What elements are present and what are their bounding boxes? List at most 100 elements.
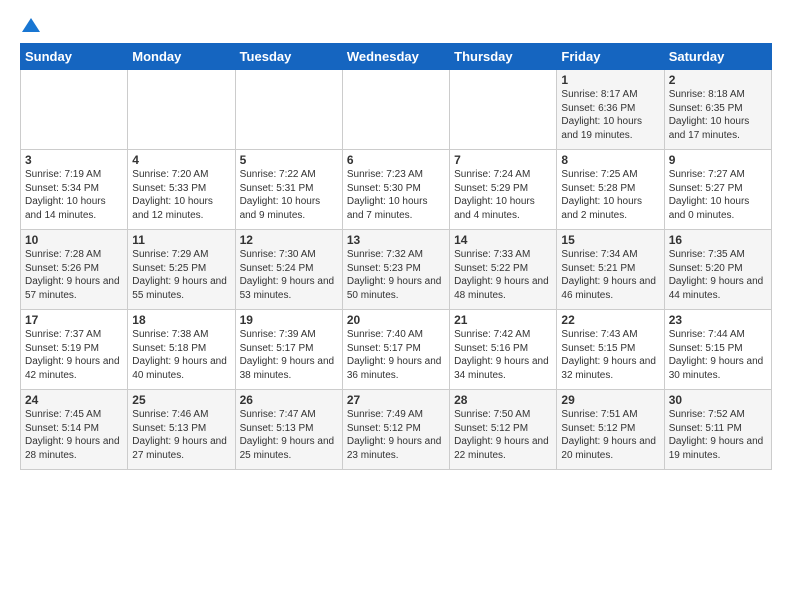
header-row: SundayMondayTuesdayWednesdayThursdayFrid…: [21, 44, 772, 70]
day-number: 5: [240, 153, 338, 167]
day-number: 19: [240, 313, 338, 327]
calendar-cell: 6Sunrise: 7:23 AM Sunset: 5:30 PM Daylig…: [342, 150, 449, 230]
day-info: Sunrise: 8:17 AM Sunset: 6:36 PM Dayligh…: [561, 88, 659, 142]
calendar-cell: 13Sunrise: 7:32 AM Sunset: 5:23 PM Dayli…: [342, 230, 449, 310]
calendar-cell: 8Sunrise: 7:25 AM Sunset: 5:28 PM Daylig…: [557, 150, 664, 230]
calendar-cell: 2Sunrise: 8:18 AM Sunset: 6:35 PM Daylig…: [664, 70, 771, 150]
calendar-table: SundayMondayTuesdayWednesdayThursdayFrid…: [20, 43, 772, 470]
calendar-cell: 9Sunrise: 7:27 AM Sunset: 5:27 PM Daylig…: [664, 150, 771, 230]
calendar-cell: 4Sunrise: 7:20 AM Sunset: 5:33 PM Daylig…: [128, 150, 235, 230]
day-info: Sunrise: 7:47 AM Sunset: 5:13 PM Dayligh…: [240, 408, 338, 462]
day-info: Sunrise: 7:23 AM Sunset: 5:30 PM Dayligh…: [347, 168, 445, 222]
weekday-header-monday: Monday: [128, 44, 235, 70]
day-info: Sunrise: 7:35 AM Sunset: 5:20 PM Dayligh…: [669, 248, 767, 302]
calendar-cell: 18Sunrise: 7:38 AM Sunset: 5:18 PM Dayli…: [128, 310, 235, 390]
weekday-header-wednesday: Wednesday: [342, 44, 449, 70]
calendar-cell: 22Sunrise: 7:43 AM Sunset: 5:15 PM Dayli…: [557, 310, 664, 390]
calendar-cell: 28Sunrise: 7:50 AM Sunset: 5:12 PM Dayli…: [450, 390, 557, 470]
day-info: Sunrise: 7:38 AM Sunset: 5:18 PM Dayligh…: [132, 328, 230, 382]
day-info: Sunrise: 7:44 AM Sunset: 5:15 PM Dayligh…: [669, 328, 767, 382]
day-number: 25: [132, 393, 230, 407]
day-number: 17: [25, 313, 123, 327]
day-number: 18: [132, 313, 230, 327]
page: SundayMondayTuesdayWednesdayThursdayFrid…: [0, 0, 792, 480]
day-info: Sunrise: 7:45 AM Sunset: 5:14 PM Dayligh…: [25, 408, 123, 462]
day-info: Sunrise: 7:51 AM Sunset: 5:12 PM Dayligh…: [561, 408, 659, 462]
day-number: 30: [669, 393, 767, 407]
calendar-cell: 16Sunrise: 7:35 AM Sunset: 5:20 PM Dayli…: [664, 230, 771, 310]
weekday-header-saturday: Saturday: [664, 44, 771, 70]
calendar-cell: [21, 70, 128, 150]
day-number: 12: [240, 233, 338, 247]
day-info: Sunrise: 7:20 AM Sunset: 5:33 PM Dayligh…: [132, 168, 230, 222]
calendar-cell: 11Sunrise: 7:29 AM Sunset: 5:25 PM Dayli…: [128, 230, 235, 310]
calendar-cell: 25Sunrise: 7:46 AM Sunset: 5:13 PM Dayli…: [128, 390, 235, 470]
calendar-cell: 3Sunrise: 7:19 AM Sunset: 5:34 PM Daylig…: [21, 150, 128, 230]
header: [20, 16, 772, 35]
day-number: 15: [561, 233, 659, 247]
day-info: Sunrise: 7:34 AM Sunset: 5:21 PM Dayligh…: [561, 248, 659, 302]
day-number: 11: [132, 233, 230, 247]
day-number: 14: [454, 233, 552, 247]
day-info: Sunrise: 7:24 AM Sunset: 5:29 PM Dayligh…: [454, 168, 552, 222]
calendar-cell: 26Sunrise: 7:47 AM Sunset: 5:13 PM Dayli…: [235, 390, 342, 470]
day-info: Sunrise: 7:32 AM Sunset: 5:23 PM Dayligh…: [347, 248, 445, 302]
week-row-1: 1Sunrise: 8:17 AM Sunset: 6:36 PM Daylig…: [21, 70, 772, 150]
day-number: 21: [454, 313, 552, 327]
calendar-cell: 1Sunrise: 8:17 AM Sunset: 6:36 PM Daylig…: [557, 70, 664, 150]
calendar-cell: 10Sunrise: 7:28 AM Sunset: 5:26 PM Dayli…: [21, 230, 128, 310]
day-info: Sunrise: 7:33 AM Sunset: 5:22 PM Dayligh…: [454, 248, 552, 302]
day-info: Sunrise: 7:27 AM Sunset: 5:27 PM Dayligh…: [669, 168, 767, 222]
weekday-header-tuesday: Tuesday: [235, 44, 342, 70]
calendar-cell: 7Sunrise: 7:24 AM Sunset: 5:29 PM Daylig…: [450, 150, 557, 230]
day-info: Sunrise: 7:43 AM Sunset: 5:15 PM Dayligh…: [561, 328, 659, 382]
logo: [20, 16, 40, 35]
day-info: Sunrise: 8:18 AM Sunset: 6:35 PM Dayligh…: [669, 88, 767, 142]
day-info: Sunrise: 7:50 AM Sunset: 5:12 PM Dayligh…: [454, 408, 552, 462]
calendar-cell: [342, 70, 449, 150]
calendar-cell: [235, 70, 342, 150]
day-number: 1: [561, 73, 659, 87]
day-info: Sunrise: 7:42 AM Sunset: 5:16 PM Dayligh…: [454, 328, 552, 382]
day-number: 7: [454, 153, 552, 167]
day-number: 3: [25, 153, 123, 167]
day-info: Sunrise: 7:28 AM Sunset: 5:26 PM Dayligh…: [25, 248, 123, 302]
day-info: Sunrise: 7:29 AM Sunset: 5:25 PM Dayligh…: [132, 248, 230, 302]
day-number: 8: [561, 153, 659, 167]
day-number: 4: [132, 153, 230, 167]
calendar-cell: [128, 70, 235, 150]
day-number: 29: [561, 393, 659, 407]
weekday-header-thursday: Thursday: [450, 44, 557, 70]
day-number: 20: [347, 313, 445, 327]
day-number: 24: [25, 393, 123, 407]
week-row-3: 10Sunrise: 7:28 AM Sunset: 5:26 PM Dayli…: [21, 230, 772, 310]
calendar-cell: 17Sunrise: 7:37 AM Sunset: 5:19 PM Dayli…: [21, 310, 128, 390]
week-row-2: 3Sunrise: 7:19 AM Sunset: 5:34 PM Daylig…: [21, 150, 772, 230]
calendar-cell: 27Sunrise: 7:49 AM Sunset: 5:12 PM Dayli…: [342, 390, 449, 470]
week-row-4: 17Sunrise: 7:37 AM Sunset: 5:19 PM Dayli…: [21, 310, 772, 390]
day-info: Sunrise: 7:52 AM Sunset: 5:11 PM Dayligh…: [669, 408, 767, 462]
day-info: Sunrise: 7:30 AM Sunset: 5:24 PM Dayligh…: [240, 248, 338, 302]
day-number: 23: [669, 313, 767, 327]
calendar-cell: 12Sunrise: 7:30 AM Sunset: 5:24 PM Dayli…: [235, 230, 342, 310]
week-row-5: 24Sunrise: 7:45 AM Sunset: 5:14 PM Dayli…: [21, 390, 772, 470]
calendar-cell: 19Sunrise: 7:39 AM Sunset: 5:17 PM Dayli…: [235, 310, 342, 390]
day-info: Sunrise: 7:46 AM Sunset: 5:13 PM Dayligh…: [132, 408, 230, 462]
day-number: 28: [454, 393, 552, 407]
day-number: 10: [25, 233, 123, 247]
calendar-cell: 5Sunrise: 7:22 AM Sunset: 5:31 PM Daylig…: [235, 150, 342, 230]
logo-icon: [22, 16, 40, 34]
day-info: Sunrise: 7:22 AM Sunset: 5:31 PM Dayligh…: [240, 168, 338, 222]
calendar-cell: 20Sunrise: 7:40 AM Sunset: 5:17 PM Dayli…: [342, 310, 449, 390]
calendar-cell: 24Sunrise: 7:45 AM Sunset: 5:14 PM Dayli…: [21, 390, 128, 470]
day-info: Sunrise: 7:37 AM Sunset: 5:19 PM Dayligh…: [25, 328, 123, 382]
day-number: 16: [669, 233, 767, 247]
calendar-cell: 29Sunrise: 7:51 AM Sunset: 5:12 PM Dayli…: [557, 390, 664, 470]
weekday-header-friday: Friday: [557, 44, 664, 70]
day-number: 6: [347, 153, 445, 167]
day-number: 26: [240, 393, 338, 407]
day-number: 13: [347, 233, 445, 247]
day-number: 27: [347, 393, 445, 407]
calendar-cell: 30Sunrise: 7:52 AM Sunset: 5:11 PM Dayli…: [664, 390, 771, 470]
day-info: Sunrise: 7:25 AM Sunset: 5:28 PM Dayligh…: [561, 168, 659, 222]
